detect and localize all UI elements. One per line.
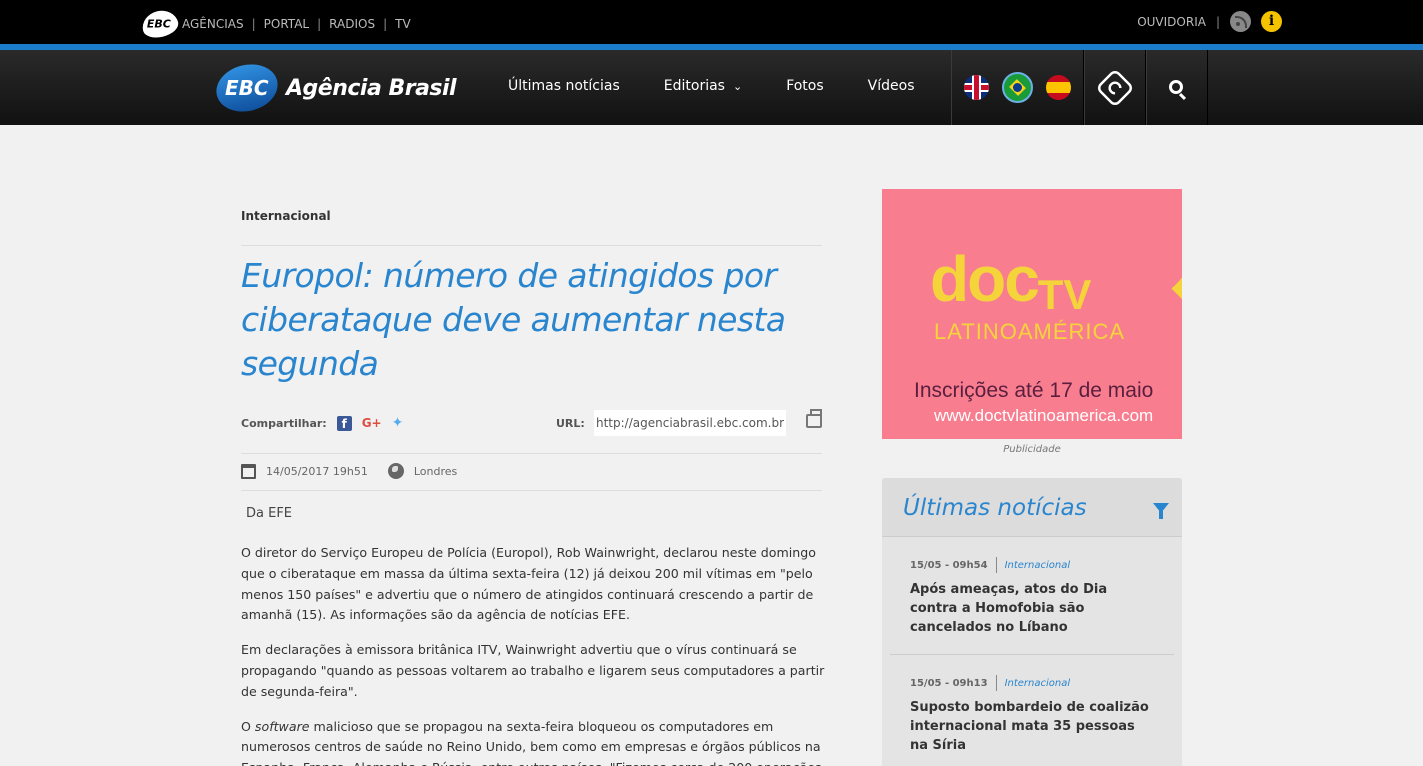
- nav-editorias[interactable]: Editorias ⌄: [664, 78, 742, 94]
- search-box: [1146, 50, 1208, 125]
- separator: |: [317, 17, 322, 31]
- ad-url-text: www.doctvlatinoamerica.com: [934, 406, 1154, 425]
- ebc-channel-box: [1084, 50, 1146, 125]
- top-link-radios[interactable]: RADIOS: [329, 17, 375, 31]
- share-bar: Compartilhar: f G+ ✦: [241, 415, 403, 431]
- url-label: URL:: [556, 417, 585, 430]
- ebc-logo[interactable]: EBC: [139, 7, 181, 41]
- top-right: OUVIDORIA | i: [1137, 11, 1282, 32]
- nav-ultimas-noticias[interactable]: Últimas notícias: [508, 78, 620, 94]
- nav-links: Últimas notícias Editorias ⌄ Fotos Vídeos: [508, 78, 958, 94]
- doctv-advertisement[interactable]: docTV LATINOAMÉRICA Inscrições até 17 de…: [882, 189, 1182, 439]
- article-body: O diretor do Serviço Europeu de Polícia …: [241, 543, 825, 766]
- latest-news-box: Últimas notícias 15/05 - 09h54 Internaci…: [882, 478, 1182, 766]
- separator: |: [251, 17, 256, 31]
- logo-name: Agência Brasil: [286, 75, 457, 101]
- language-flags: [951, 50, 1084, 125]
- news-item[interactable]: 15/05 - 09h13 Internacional Suposto bomb…: [890, 675, 1174, 755]
- article-category[interactable]: Internacional: [241, 209, 331, 223]
- filter-icon[interactable]: [1153, 503, 1169, 519]
- news-title: Suposto bombardeio de coalizão internaci…: [910, 700, 1149, 753]
- news-time: 15/05 - 09h54: [910, 559, 988, 571]
- share-icons: f G+ ✦: [336, 415, 404, 431]
- print-icon[interactable]: [806, 409, 822, 428]
- agencia-brasil-logo[interactable]: EBC Agência Brasil: [211, 58, 457, 118]
- top-link-tv[interactable]: TV: [395, 17, 411, 31]
- ad-latam-text: LATINOAMÉRICA: [934, 319, 1126, 344]
- article-paragraph: O diretor do Serviço Europeu de Polícia …: [241, 545, 816, 623]
- facebook-icon[interactable]: f: [336, 415, 352, 431]
- top-link-portal[interactable]: PORTAL: [264, 17, 309, 31]
- latest-news-header: Últimas notícias: [882, 478, 1182, 537]
- share-label: Compartilhar:: [241, 416, 327, 430]
- article-meta: 14/05/2017 19h51 Londres: [241, 463, 457, 479]
- rss-icon[interactable]: [1230, 11, 1251, 32]
- news-title: Após ameaças, atos do Dia contra a Homof…: [910, 582, 1108, 635]
- globe-icon: [387, 463, 404, 479]
- separator: [995, 675, 997, 691]
- ebc-logo-mark: EBC: [211, 58, 283, 118]
- news-meta: 15/05 - 09h54 Internacional: [910, 557, 1154, 573]
- url-field[interactable]: [594, 410, 786, 436]
- twitter-icon[interactable]: ✦: [392, 415, 404, 431]
- calendar-icon: [241, 463, 256, 479]
- article-paragraph: Em declarações à emissora britânica ITV,…: [241, 642, 825, 699]
- ad-inscricoes-text: Inscrições até 17 de maio: [914, 379, 1154, 402]
- nav-fotos[interactable]: Fotos: [786, 78, 823, 94]
- news-time: 15/05 - 09h13: [910, 677, 988, 689]
- search-icon[interactable]: [1169, 79, 1183, 94]
- top-link-agencias[interactable]: AGÊNCIAS: [182, 17, 244, 31]
- chevron-down-icon: ⌄: [732, 79, 743, 93]
- latest-news-title: Últimas notícias: [903, 495, 1087, 521]
- nav-videos[interactable]: Vídeos: [868, 78, 915, 94]
- brazil-flag-icon[interactable]: [1001, 72, 1033, 103]
- main-nav: EBC Agência Brasil Últimas notícias Edit…: [0, 50, 1423, 125]
- divider: [890, 654, 1174, 655]
- google-plus-icon[interactable]: G+: [362, 416, 382, 430]
- ad-doc-text: docTV: [930, 243, 1092, 318]
- spain-flag-icon[interactable]: [1045, 75, 1071, 100]
- ouvidoria-link[interactable]: OUVIDORIA: [1137, 15, 1206, 29]
- divider: [241, 453, 822, 454]
- article-location: Londres: [413, 464, 458, 478]
- separator: [995, 557, 997, 573]
- article-date: 14/05/2017 19h51: [266, 464, 368, 478]
- info-icon[interactable]: i: [1261, 11, 1282, 32]
- separator: |: [1215, 14, 1220, 29]
- divider: [241, 490, 822, 491]
- top-links: AGÊNCIAS | PORTAL | RADIOS | TV: [182, 17, 411, 31]
- article-author: Da EFE: [246, 506, 293, 521]
- top-bar: EBC AGÊNCIAS | PORTAL | RADIOS | TV OUVIDOR…: [0, 0, 1423, 44]
- separator: |: [383, 17, 388, 31]
- divider: [241, 245, 822, 246]
- news-category: Internacional: [1004, 559, 1071, 571]
- publicidade-label: Publicidade: [1003, 444, 1061, 455]
- news-item[interactable]: 15/05 - 09h54 Internacional Após ameaças…: [890, 557, 1174, 637]
- article-title: Europol: número de atingidos por ciberat…: [241, 256, 786, 383]
- ebc-channel-icon[interactable]: [1095, 67, 1135, 108]
- news-category: Internacional: [1004, 677, 1071, 689]
- uk-flag-icon[interactable]: [964, 75, 990, 100]
- article-paragraph: O software malicioso que se propagou na …: [241, 718, 822, 766]
- news-meta: 15/05 - 09h13 Internacional: [910, 675, 1154, 691]
